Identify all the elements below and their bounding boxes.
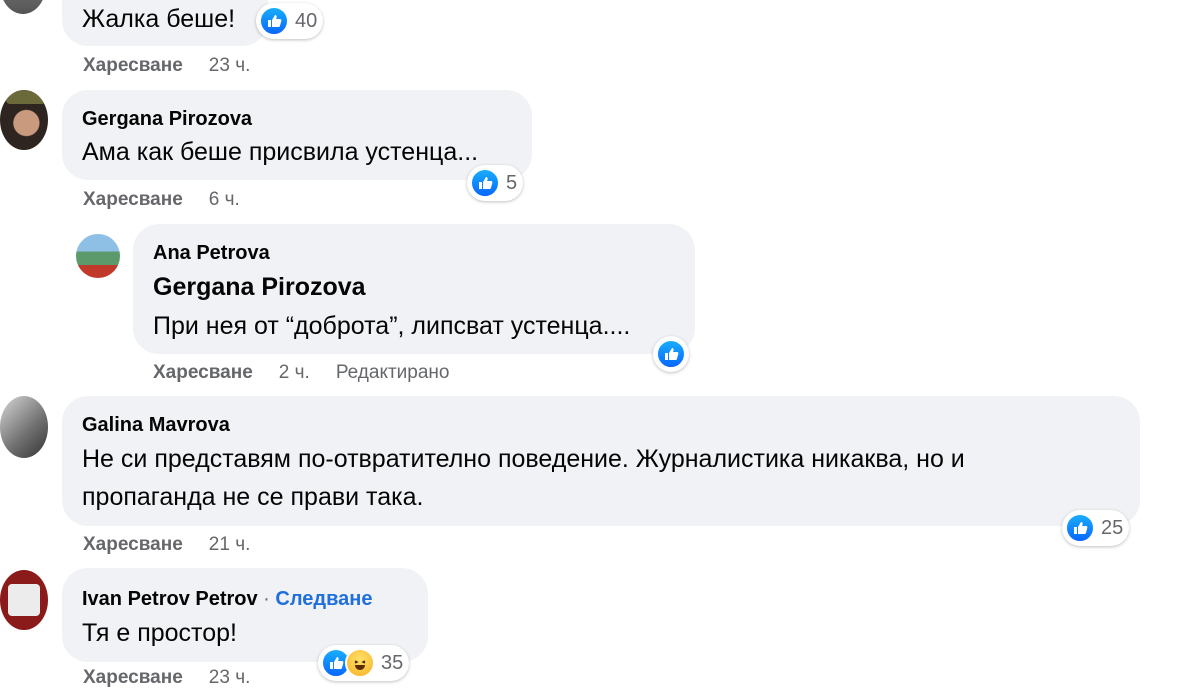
comment-author: Ivan Petrov Petrov · Следване [82, 588, 372, 611]
comment-author[interactable]: Ana Petrova [153, 242, 270, 265]
like-button[interactable]: Харесване [83, 189, 183, 210]
timestamp[interactable]: 23 ч. [209, 55, 251, 76]
avatar[interactable] [0, 396, 48, 458]
comment-bubble: Жалка беше! [62, 0, 268, 46]
comment-text: При нея от “доброта”, липсват устенца...… [153, 312, 631, 340]
follow-button[interactable]: Следване [275, 588, 372, 610]
haha-icon [345, 648, 375, 678]
comment-bubble: Galina Mavrova Не си представям по-отвра… [62, 396, 1140, 526]
avatar[interactable] [76, 234, 120, 278]
like-icon [656, 339, 686, 369]
like-icon [259, 6, 289, 36]
like-icon [1065, 513, 1095, 543]
reaction-count: 5 [506, 171, 518, 194]
like-button[interactable]: Харесване [83, 667, 183, 688]
reaction-summary[interactable]: 25 [1062, 510, 1130, 546]
comment-text-line: пропаганда не се прави така. [82, 483, 424, 511]
author-name[interactable]: Ivan Petrov Petrov [82, 588, 258, 610]
timestamp[interactable]: 6 ч. [209, 189, 240, 210]
avatar[interactable] [0, 90, 48, 150]
reaction-count: 40 [295, 9, 318, 32]
comment-author[interactable]: Galina Mavrova [82, 414, 230, 437]
avatar[interactable] [0, 0, 46, 14]
mention-link[interactable]: Gergana Pirozova [153, 268, 366, 306]
avatar[interactable] [0, 570, 48, 630]
comment-text: Ама как беше присвила устенца... [82, 138, 479, 166]
timestamp[interactable]: 23 ч. [209, 667, 251, 688]
reaction-count: 35 [381, 651, 404, 674]
comment-text-line: Не си представям по-отвратително поведен… [82, 445, 965, 473]
comment-actions: Харесване 2 ч. Редактирано [153, 362, 450, 384]
reply-bubble: Ana Petrova Gergana Pirozova При нея от … [133, 224, 695, 354]
edited-label[interactable]: Редактирано [336, 362, 450, 383]
comment-text: Жалка беше! [82, 5, 236, 33]
reaction-summary[interactable] [653, 336, 689, 372]
comment-actions: Харесване 21 ч. [83, 534, 276, 556]
timestamp[interactable]: 2 ч. [279, 362, 310, 383]
reaction-summary[interactable]: 5 [467, 165, 524, 201]
reaction-count: 25 [1101, 516, 1124, 539]
comment-actions: Харесване 6 ч. [83, 189, 266, 211]
comment-bubble: Gergana Pirozova Ама как беше присвила у… [62, 90, 532, 180]
like-button[interactable]: Харесване [83, 534, 183, 555]
comment-actions: Харесване 23 ч. [83, 667, 276, 689]
timestamp[interactable]: 21 ч. [209, 534, 251, 555]
like-button[interactable]: Харесване [153, 362, 253, 383]
comment-author[interactable]: Gergana Pirozova [82, 108, 252, 131]
like-button[interactable]: Харесване [83, 55, 183, 76]
like-icon [470, 168, 500, 198]
separator-dot: · [257, 588, 276, 610]
reaction-summary[interactable]: 40 [256, 3, 324, 39]
comment-text: Тя е простор! [82, 619, 237, 647]
reaction-summary[interactable]: 35 [318, 645, 410, 681]
comment-actions: Харесване 23 ч. [83, 55, 276, 77]
